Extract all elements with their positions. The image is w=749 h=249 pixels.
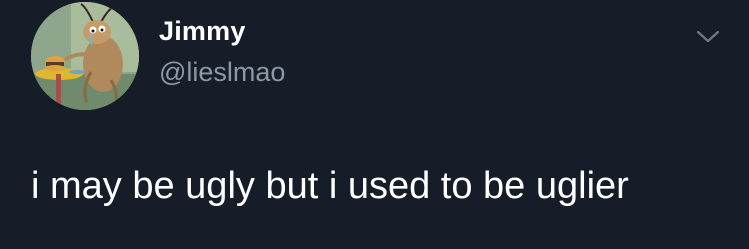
author-avatar[interactable] bbox=[31, 2, 139, 110]
chevron-down-icon[interactable] bbox=[693, 27, 723, 47]
author-display-name[interactable]: Jimmy bbox=[159, 14, 246, 48]
author-handle[interactable]: @lieslmao bbox=[159, 55, 285, 89]
tweet-card: Jimmy @lieslmao i may be ugly but i used… bbox=[0, 0, 749, 249]
cockroach-avatar-icon bbox=[31, 2, 139, 110]
tweet-text: i may be ugly but i used to be uglier bbox=[31, 165, 629, 207]
